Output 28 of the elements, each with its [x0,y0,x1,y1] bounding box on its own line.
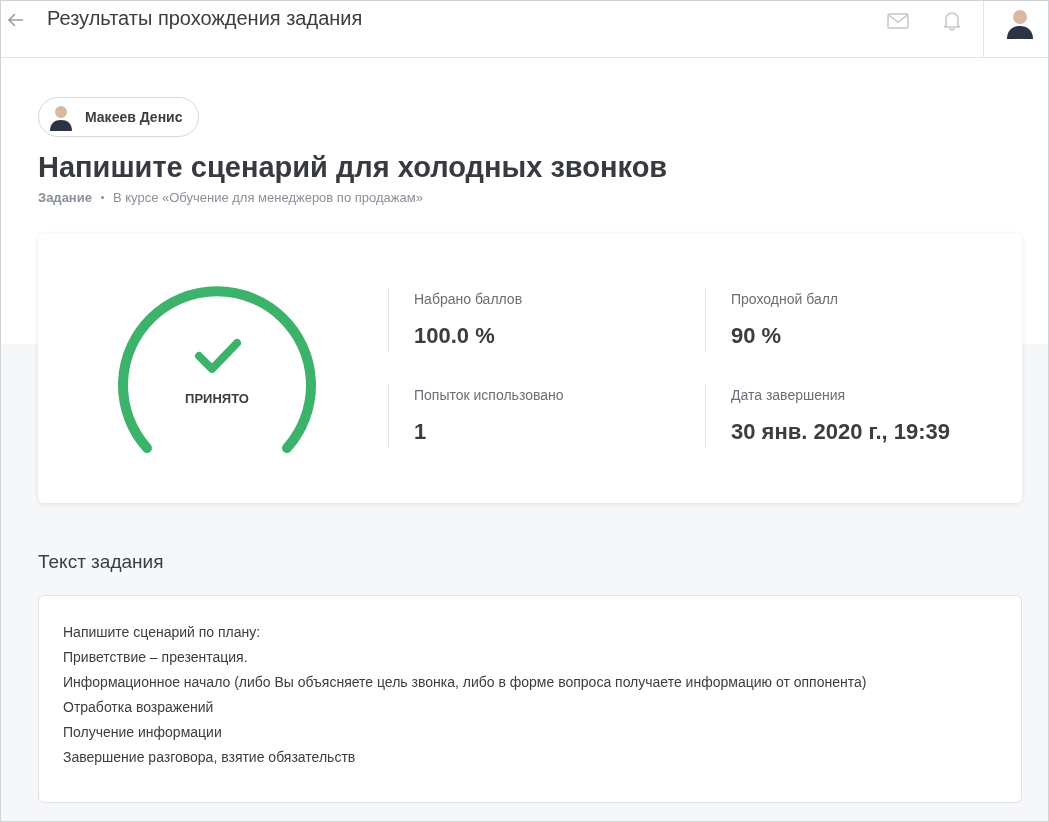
stat-value: 100.0 % [414,323,496,349]
check-icon [194,337,242,375]
section-heading: Текст задания [38,551,165,573]
task-text-line: Отработка возражений [63,698,215,717]
stat-label: Попыток использовано [414,387,565,403]
task-text-line: Напишите сценарий по плану: [63,623,262,642]
stat-value: 30 янв. 2020 г., 19:39 [731,419,952,445]
stat-label: Дата завершения [731,387,847,403]
stat-value: 90 % [731,323,783,349]
status-label: ПРИНЯТО [184,391,250,406]
student-avatar [49,103,73,131]
bell-icon[interactable] [943,11,961,31]
mail-icon[interactable] [887,13,909,29]
task-title: Напишите сценарий для холодных звонков [38,151,669,184]
stat-label: Набрано баллов [414,291,524,307]
separator-dot-icon [100,196,104,199]
student-chip[interactable]: Макеев Денис [38,97,200,137]
stat-label: Проходной балл [731,291,840,307]
course-name: В курсе «Обучение для менеджеров по продажам» [112,190,423,205]
page-title: Результаты прохождения задания [47,6,363,30]
task-text-line: Приветствие – презентация. [63,648,249,667]
task-text-line: Информационное начало (либо Вы объясняете цель звонка, либо в форме вопроса получаете информацию от оппонента) [63,673,868,692]
task-type: Задание [38,190,92,205]
back-arrow-icon[interactable] [8,13,24,27]
task-text-line: Завершение разговора, взятие обязательств [63,748,357,767]
task-text-line: Получение информации [63,723,223,742]
user-avatar[interactable] [1005,7,1035,39]
stat-value: 1 [414,419,428,445]
